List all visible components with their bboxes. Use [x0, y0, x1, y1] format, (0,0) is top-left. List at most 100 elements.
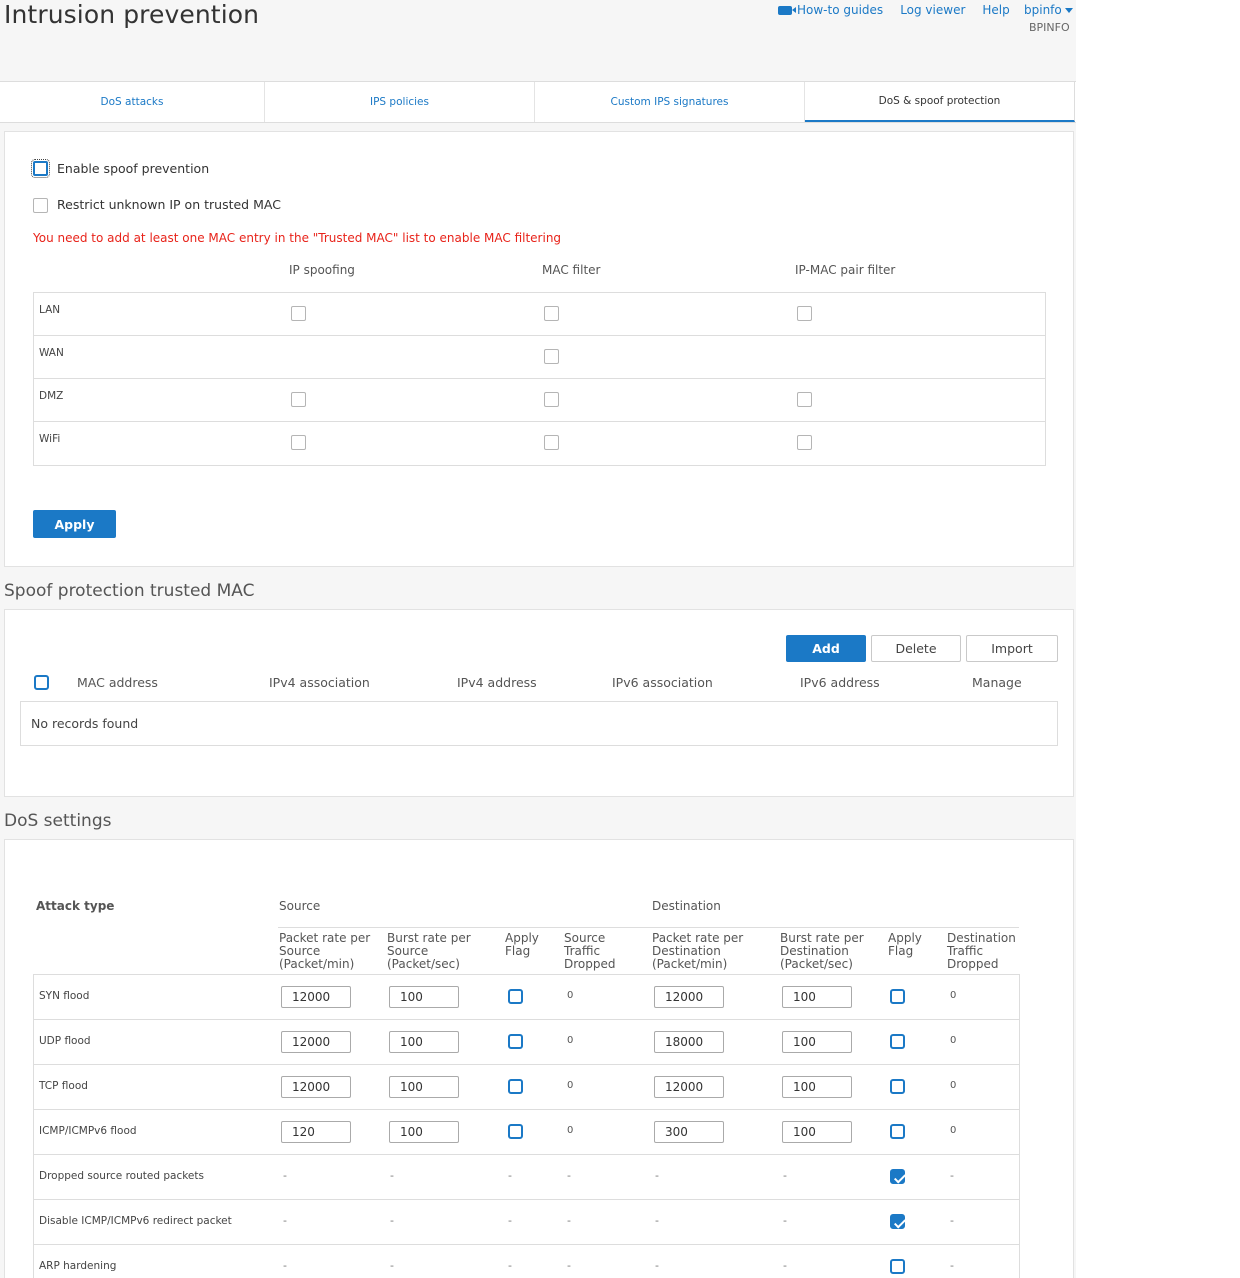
dst-dropped-value: 0	[950, 1035, 957, 1046]
wifi-ip-mac-checkbox[interactable]	[797, 435, 812, 450]
spoof-zone-table: LAN WAN DMZ WiFi	[33, 292, 1046, 466]
select-all-mac-checkbox[interactable]	[34, 675, 49, 690]
lan-mac-filter-checkbox[interactable]	[544, 306, 559, 321]
attack-type-header: Attack type	[36, 899, 115, 913]
src-apply-flag-checkbox[interactable]	[508, 989, 523, 1004]
user-subtitle: BPINFO	[1029, 21, 1070, 34]
table-row: LAN	[34, 293, 1045, 336]
header-divider	[278, 927, 1019, 928]
trusted-mac-title: Spoof protection trusted MAC	[4, 581, 255, 601]
empty-cell: -	[390, 1169, 394, 1182]
attack-name: SYN flood	[39, 990, 90, 1002]
src-burst-input[interactable]: 100	[389, 986, 459, 1008]
empty-cell: -	[508, 1214, 512, 1227]
src-packet-input[interactable]: 12000	[281, 986, 351, 1008]
dst-apply-flag-checkbox[interactable]	[890, 1259, 905, 1274]
dst-packet-input[interactable]: 12000	[654, 986, 724, 1008]
zone-name: LAN	[39, 304, 61, 316]
empty-cell: -	[783, 1259, 787, 1272]
empty-cell: -	[283, 1169, 287, 1182]
top-nav: How-to guides Log viewer Help	[778, 3, 1027, 17]
src-burst-header: Burst rate per Source (Packet/sec)	[387, 931, 471, 971]
dmz-mac-filter-checkbox[interactable]	[544, 392, 559, 407]
source-header: Source	[279, 899, 321, 913]
dst-burst-input[interactable]: 100	[782, 1031, 852, 1053]
dst-apply-flag-checkbox[interactable]	[890, 1214, 905, 1229]
dst-burst-input[interactable]: 100	[782, 1076, 852, 1098]
dst-burst-input[interactable]: 100	[782, 986, 852, 1008]
src-dropped-header: Source Traffic Dropped	[564, 931, 616, 971]
src-apply-flag-checkbox[interactable]	[508, 1079, 523, 1094]
attack-name: Disable ICMP/ICMPv6 redirect packet	[39, 1215, 232, 1227]
attack-name: Dropped source routed packets	[39, 1170, 204, 1182]
help-link[interactable]: Help	[982, 3, 1009, 17]
src-apply-flag-checkbox[interactable]	[508, 1034, 523, 1049]
wifi-ip-spoofing-checkbox[interactable]	[291, 435, 306, 450]
dst-burst-header: Burst rate per Destination (Packet/sec)	[780, 931, 864, 971]
dst-packet-input[interactable]: 300	[654, 1121, 724, 1143]
src-apply-flag-checkbox[interactable]	[508, 1124, 523, 1139]
enable-spoof-checkbox[interactable]	[31, 159, 50, 178]
col-ip-spoofing: IP spoofing	[289, 263, 355, 277]
dst-dropped-value: 0	[950, 990, 957, 1001]
col-mac-filter: MAC filter	[542, 263, 601, 277]
wifi-mac-filter-checkbox[interactable]	[544, 435, 559, 450]
tab-dos-attacks[interactable]: DoS attacks	[0, 82, 265, 122]
src-packet-input[interactable]: 12000	[281, 1031, 351, 1053]
attack-name: ICMP/ICMPv6 flood	[39, 1125, 137, 1137]
delete-button[interactable]: Delete	[871, 635, 961, 662]
empty-cell: -	[655, 1214, 659, 1227]
lan-ip-mac-checkbox[interactable]	[797, 306, 812, 321]
src-packet-input[interactable]: 120	[281, 1121, 351, 1143]
wan-mac-filter-checkbox[interactable]	[544, 349, 559, 364]
destination-header: Destination	[652, 899, 721, 913]
tab-bar: DoS attacks IPS policies Custom IPS sign…	[0, 81, 1076, 123]
import-button[interactable]: Import	[966, 635, 1058, 662]
empty-cell: -	[567, 1169, 571, 1182]
src-packet-input[interactable]: 12000	[281, 1076, 351, 1098]
src-burst-input[interactable]: 100	[389, 1121, 459, 1143]
empty-cell: -	[508, 1259, 512, 1272]
src-dropped-value: 0	[567, 1035, 574, 1046]
table-row: Dropped source routed packets - - - - - - -	[34, 1155, 1019, 1200]
log-viewer-link[interactable]: Log viewer	[900, 3, 965, 17]
dst-burst-input[interactable]: 100	[782, 1121, 852, 1143]
how-to-guides-link[interactable]: How-to guides	[778, 3, 883, 17]
dmz-ip-mac-checkbox[interactable]	[797, 392, 812, 407]
src-burst-input[interactable]: 100	[389, 1031, 459, 1053]
dst-dropped-value: 0	[950, 1080, 957, 1091]
dst-apply-flag-checkbox[interactable]	[890, 1079, 905, 1094]
dst-apply-flag-checkbox[interactable]	[890, 1124, 905, 1139]
dmz-ip-spoofing-checkbox[interactable]	[291, 392, 306, 407]
dst-packet-input[interactable]: 12000	[654, 1076, 724, 1098]
dst-apply-flag-checkbox[interactable]	[890, 1169, 905, 1184]
dst-packet-input[interactable]: 18000	[654, 1031, 724, 1053]
attack-name: TCP flood	[39, 1080, 88, 1092]
dst-apply-flag-checkbox[interactable]	[890, 1034, 905, 1049]
lan-ip-spoofing-checkbox[interactable]	[291, 306, 306, 321]
src-burst-input[interactable]: 100	[389, 1076, 459, 1098]
col-manage: Manage	[972, 675, 1022, 690]
mac-table-body: No records found	[20, 701, 1058, 746]
empty-cell: -	[508, 1169, 512, 1182]
table-row: DMZ	[34, 379, 1045, 422]
col-ip-mac-pair-filter: IP-MAC pair filter	[795, 263, 896, 277]
attack-name: UDP flood	[39, 1035, 91, 1047]
add-button[interactable]: Add	[786, 635, 866, 662]
table-row: UDP flood 12000 100 0 18000 100 0	[34, 1020, 1019, 1065]
apply-button[interactable]: Apply	[33, 510, 116, 538]
empty-cell: -	[783, 1169, 787, 1182]
col-ipv6-association: IPv6 association	[612, 675, 713, 690]
user-menu[interactable]: bpinfo	[1024, 3, 1073, 17]
tab-dos-spoof-protection[interactable]: DoS & spoof protection	[805, 82, 1075, 122]
empty-message: No records found	[31, 716, 139, 731]
tab-custom-ips-signatures[interactable]: Custom IPS signatures	[535, 82, 805, 122]
col-ipv4-address: IPv4 address	[457, 675, 537, 690]
tab-ips-policies[interactable]: IPS policies	[265, 82, 535, 122]
zone-name: WiFi	[39, 433, 61, 445]
dst-apply-flag-checkbox[interactable]	[890, 989, 905, 1004]
empty-cell: -	[390, 1214, 394, 1227]
empty-cell: -	[567, 1259, 571, 1272]
dst-dropped-header: Destination Traffic Dropped	[947, 931, 1016, 971]
restrict-unknown-ip-checkbox[interactable]	[33, 198, 48, 213]
